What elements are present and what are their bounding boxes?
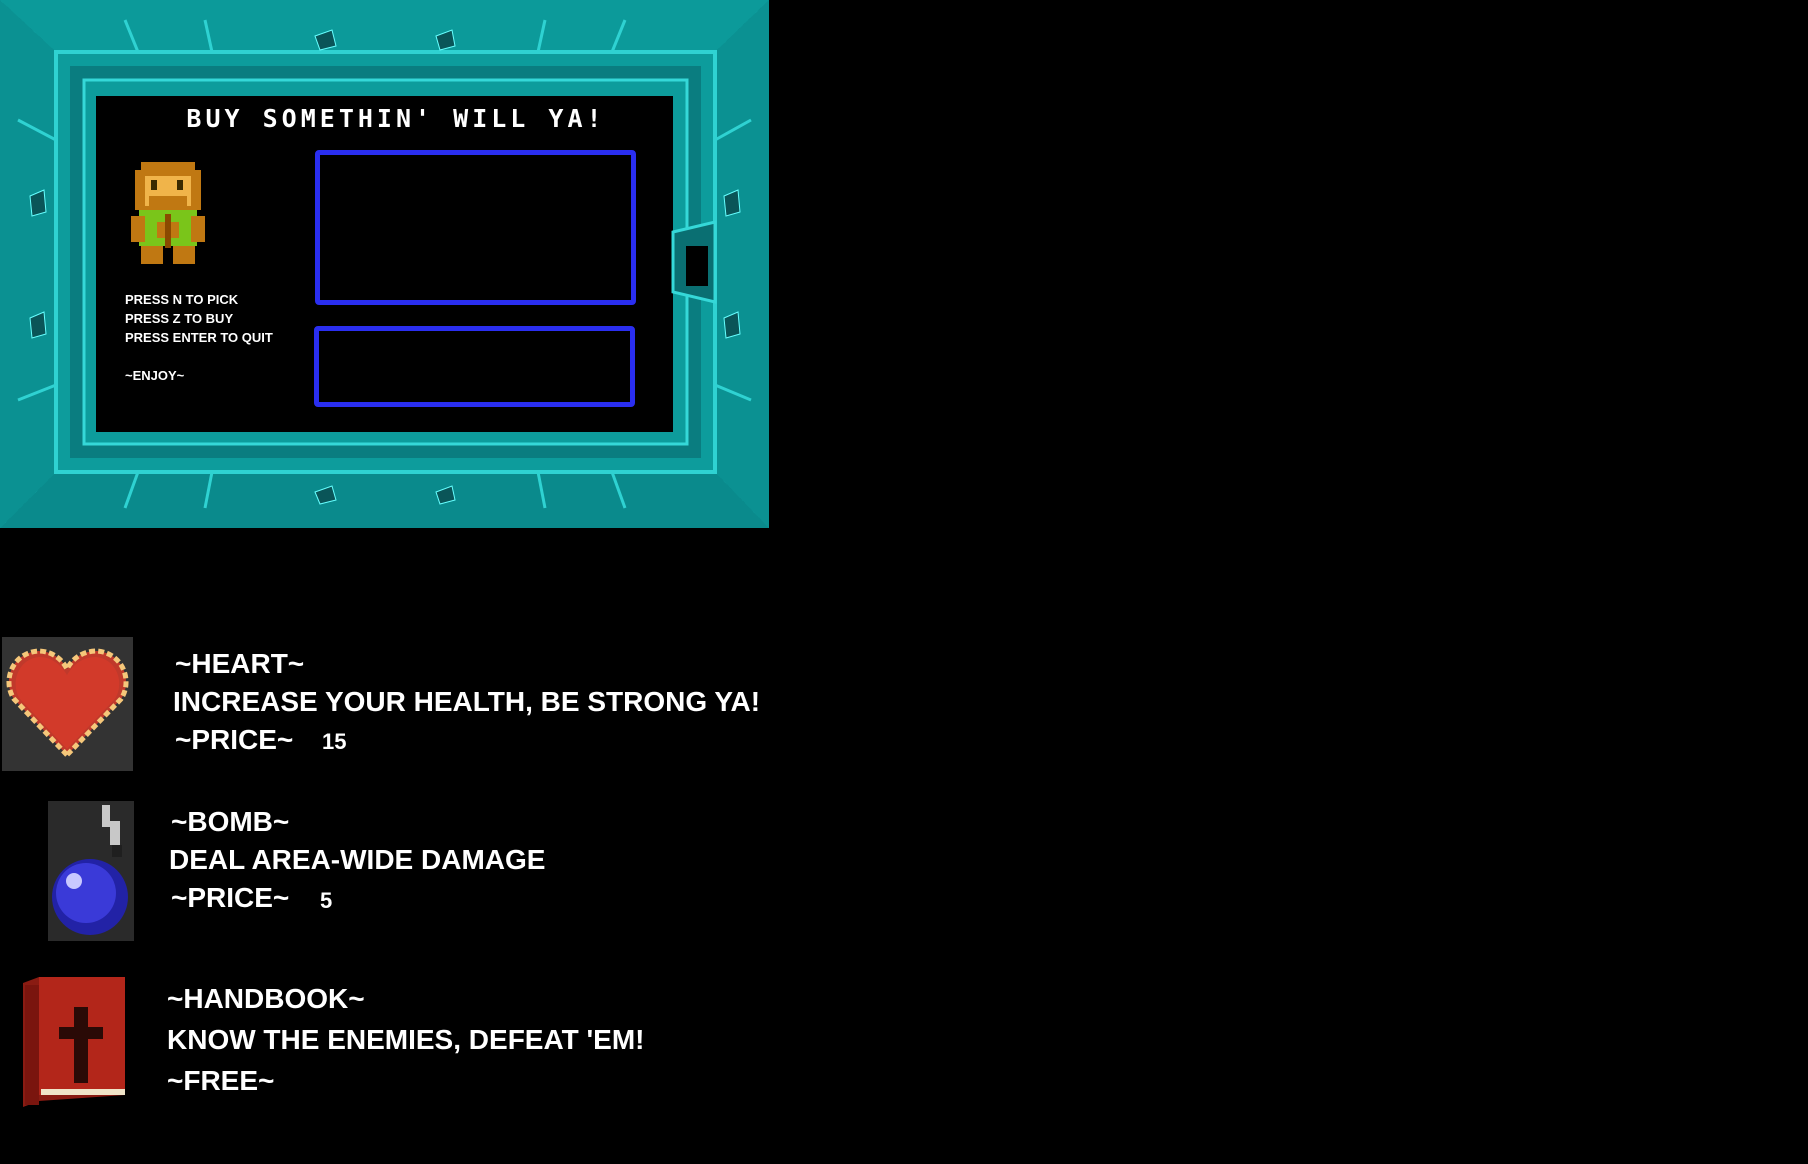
price-label: ~PRICE~ (171, 882, 290, 913)
book-icon (23, 977, 125, 1107)
control-buy: PRESS Z TO BUY (125, 311, 234, 326)
heart-icon (2, 637, 133, 771)
item-description: INCREASE YOUR HEALTH, BE STRONG YA! (173, 686, 761, 717)
free-label: ~FREE~ (167, 1065, 275, 1096)
item-display-box (315, 150, 636, 305)
item-name: ~BOMB~ (171, 806, 290, 837)
item-name: ~HEART~ (175, 648, 305, 679)
item-description: DEAL AREA-WIDE DAMAGE (169, 844, 546, 875)
shop-title: BUY SOMETHIN' WILL YA! (186, 104, 606, 133)
item-price: 5 (320, 888, 333, 913)
control-pick: PRESS N TO PICK (125, 292, 239, 307)
price-label: ~PRICE~ (175, 724, 294, 755)
item-name: ~HANDBOOK~ (167, 983, 365, 1014)
description-box (314, 326, 635, 407)
shopkeeper-icon (131, 162, 205, 264)
item-description: KNOW THE ENEMIES, DEFEAT 'EM! (167, 1024, 645, 1055)
controls-text: PRESS N TO PICK PRESS Z TO BUY PRESS ENT… (125, 290, 273, 385)
item-price: 15 (322, 729, 347, 754)
control-quit: PRESS ENTER TO QUIT (125, 330, 273, 345)
shop-room: BUY SOMETHIN' WILL YA! PRESS N TO PICK P… (0, 0, 769, 528)
enjoy-text: ~ENJOY~ (125, 368, 185, 383)
bomb-icon (48, 801, 134, 941)
